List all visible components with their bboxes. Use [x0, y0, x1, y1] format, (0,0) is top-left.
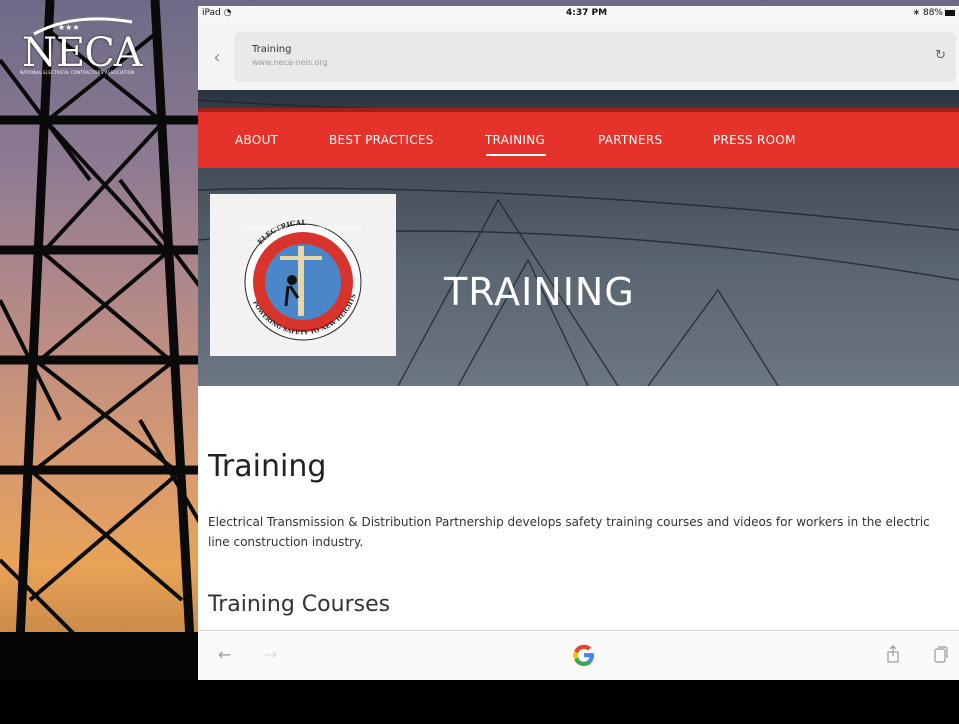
reload-icon[interactable]: ↻ — [935, 48, 946, 63]
main-navigation: ABOUT BEST PRACTICES TRAINING PARTNERS P… — [198, 108, 959, 168]
address-bar[interactable]: Training www.neca-neis.org ↻ — [234, 32, 956, 82]
nav-active-indicator — [486, 154, 546, 156]
bluetooth-icon: ∗ — [912, 8, 921, 18]
ipad-screen: iPad ◔ 4:37 PM ∗ 88% ‹ Training www.neca… — [198, 6, 959, 680]
transmission-tower-silhouette — [0, 0, 210, 642]
status-bar: iPad ◔ 4:37 PM ∗ 88% — [198, 6, 959, 22]
page-heading: Training — [208, 449, 327, 484]
forward-arrow-icon[interactable]: → — [264, 645, 277, 664]
tabs-icon[interactable] — [934, 646, 948, 663]
page-paragraph: Electrical Transmission & Distribution P… — [208, 515, 930, 549]
partnership-seal-icon: ELECTRICAL POWERING SAFETY TO NEW HEIGHT… — [244, 218, 362, 341]
wifi-icon: ◔ — [223, 8, 232, 18]
logo-subtitle: NATIONAL ELECTRICAL CONTRACTORS ASSOCIAT… — [20, 70, 135, 75]
status-time: 4:37 PM — [566, 8, 608, 18]
url-text: www.neca-neis.org — [252, 58, 328, 67]
nav-about[interactable]: ABOUT — [235, 133, 278, 147]
hero-title: TRAINING — [444, 270, 635, 314]
share-icon[interactable] — [886, 645, 900, 663]
battery-icon — [945, 9, 955, 16]
browser-toolbar: ‹ Training www.neca-neis.org ↻ — [198, 22, 959, 90]
google-icon[interactable] — [570, 641, 598, 669]
device-label: iPad ◔ — [202, 8, 232, 18]
partnership-badge: ELECTRICAL POWERING SAFETY TO NEW HEIGHT… — [210, 194, 396, 356]
nav-partners[interactable]: PARTNERS — [598, 133, 662, 147]
bottom-black-band — [0, 680, 959, 724]
browser-bottom-bar: ← → — [198, 630, 959, 680]
battery-status: ∗ 88% — [913, 8, 955, 18]
back-chevron-icon[interactable]: ‹ — [206, 47, 228, 69]
page-title-in-bar: Training — [252, 44, 292, 55]
section-heading: Training Courses — [208, 592, 391, 617]
badge-ring-text: TRANSMISSION & DISTRIBUTION PARTNERSHIP — [244, 226, 362, 232]
nav-best-practices[interactable]: BEST PRACTICES — [329, 133, 434, 147]
back-arrow-icon[interactable]: ← — [218, 645, 231, 664]
hero-banner: ABOUT BEST PRACTICES TRAINING PARTNERS P… — [198, 90, 959, 386]
page-content: Training Electrical Transmission & Distr… — [198, 386, 959, 630]
nav-training[interactable]: TRAINING — [485, 133, 545, 147]
nav-press-room[interactable]: PRESS ROOM — [713, 133, 796, 147]
